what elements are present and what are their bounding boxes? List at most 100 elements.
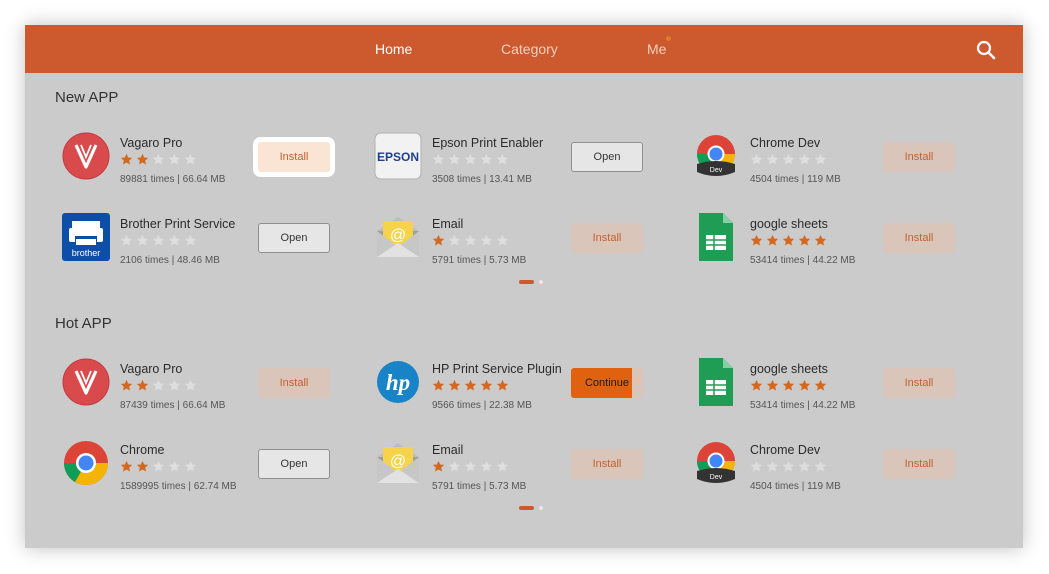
- search-button[interactable]: [975, 39, 997, 61]
- rating-stars: [750, 460, 830, 474]
- search-icon: [976, 40, 996, 60]
- star-icon: [464, 153, 477, 165]
- star-icon: [750, 379, 763, 391]
- app-name: Epson Print Enabler: [432, 136, 544, 150]
- install-button[interactable]: Install: [883, 449, 955, 479]
- open-button[interactable]: Open: [258, 449, 330, 479]
- app-name: Chrome: [120, 443, 165, 457]
- star-icon: [432, 234, 445, 246]
- star-icon: [136, 460, 149, 472]
- top-nav-bar: Home Category Me: [25, 25, 1023, 73]
- star-icon: [814, 234, 827, 246]
- tab-me[interactable]: Me: [647, 41, 666, 57]
- star-icon: [766, 460, 779, 472]
- star-icon: [448, 460, 461, 472]
- app-meta: 4504 times | 119 MB: [750, 174, 841, 185]
- vagaro-icon[interactable]: [62, 358, 110, 406]
- star-icon: [750, 460, 763, 472]
- star-icon: [152, 379, 165, 391]
- star-icon: [782, 379, 795, 391]
- install-button[interactable]: Install: [883, 368, 955, 398]
- star-icon: [120, 379, 133, 391]
- star-icon: [152, 460, 165, 472]
- star-icon: [480, 460, 493, 472]
- star-icon: [184, 234, 197, 246]
- app-meta: 5791 times | 5.73 MB: [432, 255, 527, 266]
- rating-stars: [750, 379, 830, 393]
- app-meta: 3508 times | 13.41 MB: [432, 174, 532, 185]
- star-icon: [798, 153, 811, 165]
- star-icon: [152, 153, 165, 165]
- install-button[interactable]: Install: [258, 368, 330, 398]
- app-store-window: Home Category Me New APP Vagaro Pro 8988…: [25, 25, 1023, 548]
- star-icon: [184, 153, 197, 165]
- page-dot-active[interactable]: [519, 280, 534, 284]
- install-button[interactable]: Install: [883, 223, 955, 253]
- open-button[interactable]: Open: [258, 223, 330, 253]
- star-icon: [448, 153, 461, 165]
- email-icon[interactable]: @: [374, 439, 422, 487]
- install-button[interactable]: Install: [571, 223, 643, 253]
- continue-label: Continue: [584, 377, 630, 389]
- chrome-icon[interactable]: [62, 439, 110, 487]
- star-icon: [152, 234, 165, 246]
- google-sheets-icon[interactable]: [692, 358, 740, 406]
- rating-stars: [750, 234, 830, 248]
- app-name: Vagaro Pro: [120, 136, 183, 150]
- star-icon: [464, 379, 477, 391]
- page-dot[interactable]: [539, 280, 543, 284]
- star-icon: [464, 460, 477, 472]
- star-icon: [766, 153, 779, 165]
- star-icon: [136, 379, 149, 391]
- svg-text:brother: brother: [72, 248, 101, 258]
- star-icon: [432, 460, 445, 472]
- google-sheets-icon[interactable]: [692, 213, 740, 261]
- tab-home[interactable]: Home: [375, 41, 412, 57]
- star-icon: [480, 379, 493, 391]
- svg-text:Dev: Dev: [710, 474, 723, 481]
- brother-icon[interactable]: brother: [62, 213, 110, 261]
- star-icon: [184, 460, 197, 472]
- install-button[interactable]: Install: [571, 449, 643, 479]
- star-icon: [782, 234, 795, 246]
- tab-category[interactable]: Category: [501, 41, 558, 57]
- star-icon: [782, 460, 795, 472]
- app-name: Vagaro Pro: [120, 362, 183, 376]
- rating-stars: [432, 234, 512, 248]
- star-icon: [496, 234, 509, 246]
- continue-button[interactable]: Continue: [571, 368, 643, 398]
- star-icon: [496, 460, 509, 472]
- vagaro-icon[interactable]: [62, 132, 110, 180]
- star-icon: [120, 153, 133, 165]
- app-name: Brother Print Service: [120, 217, 236, 231]
- app-meta: 1589995 times | 62.74 MB: [120, 481, 237, 492]
- epson-icon[interactable]: EPSON: [374, 132, 422, 180]
- page-dot-active[interactable]: [519, 506, 534, 510]
- page-dot[interactable]: [539, 506, 543, 510]
- open-button[interactable]: Open: [571, 142, 643, 172]
- install-button[interactable]: Install: [258, 142, 330, 172]
- app-meta: 4504 times | 119 MB: [750, 481, 841, 492]
- install-button[interactable]: Install: [883, 142, 955, 172]
- star-icon: [464, 234, 477, 246]
- star-icon: [480, 234, 493, 246]
- star-icon: [496, 379, 509, 391]
- app-name: Chrome Dev: [750, 443, 821, 457]
- hp-icon[interactable]: hp: [374, 358, 422, 406]
- svg-text:hp: hp: [386, 370, 410, 395]
- rating-stars: [120, 234, 200, 248]
- app-meta: 89881 times | 66.64 MB: [120, 174, 226, 185]
- chrome-dev-icon[interactable]: Dev: [692, 132, 740, 180]
- app-meta: 53414 times | 44.22 MB: [750, 400, 856, 411]
- rating-stars: [120, 153, 200, 167]
- app-meta: 2106 times | 48.46 MB: [120, 255, 220, 266]
- app-name: google sheets: [750, 362, 828, 376]
- star-icon: [814, 153, 827, 165]
- star-icon: [782, 153, 795, 165]
- svg-text:Dev: Dev: [710, 167, 723, 174]
- app-name: HP Print Service Plugin: [432, 362, 562, 376]
- app-name: Email: [432, 217, 464, 231]
- email-icon[interactable]: @: [374, 213, 422, 261]
- chrome-dev-icon[interactable]: Dev: [692, 439, 740, 487]
- star-icon: [168, 379, 181, 391]
